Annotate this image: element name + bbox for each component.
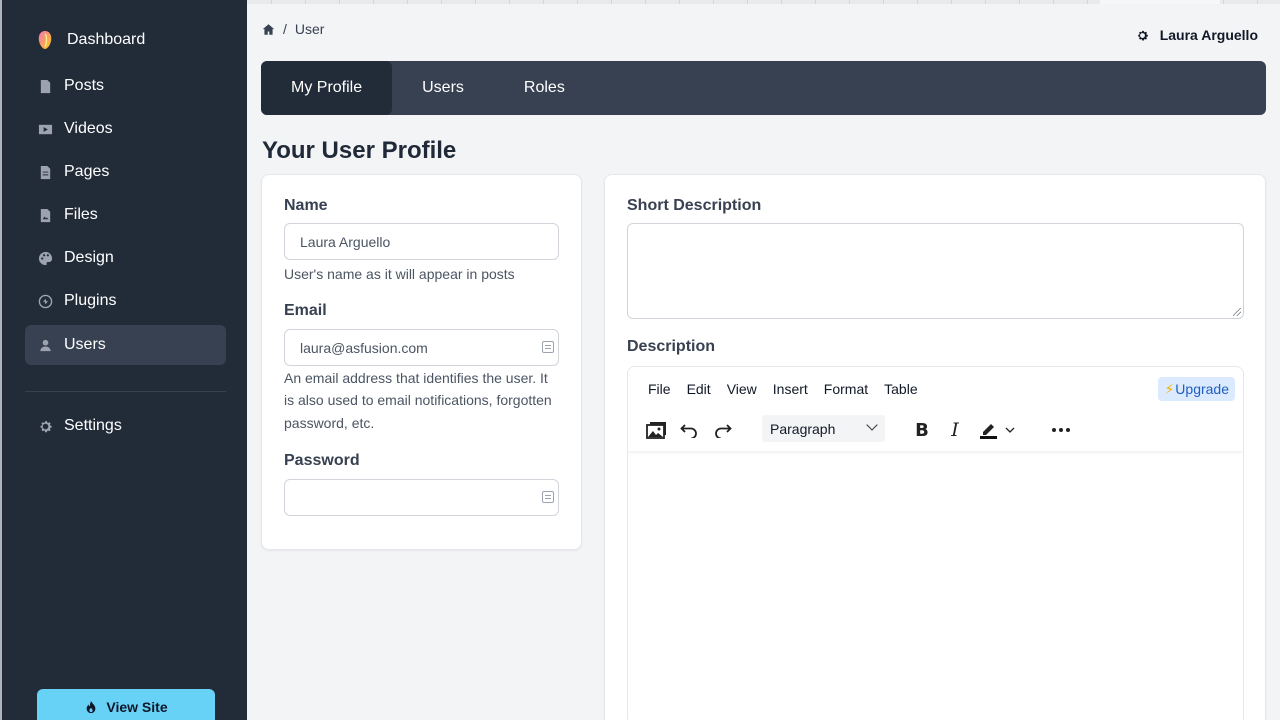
sidebar-item-plugins[interactable]: Plugins <box>25 281 226 321</box>
sidebar-item-label: Users <box>64 336 106 353</box>
chevron-down-icon <box>866 419 878 431</box>
image-gallery-icon <box>646 422 666 439</box>
password-label: Password <box>284 452 360 469</box>
video-icon <box>37 121 53 137</box>
description-label: Description <box>627 338 716 355</box>
upgrade-label: Upgrade <box>1175 381 1229 397</box>
plugin-icon <box>37 293 53 309</box>
email-label: Email <box>284 302 327 319</box>
sidebar-brand[interactable]: Dashboard <box>36 30 145 50</box>
menu-insert[interactable]: Insert <box>773 381 808 397</box>
email-help-line-3: password, etc. <box>284 415 375 431</box>
gear-icon <box>37 418 53 434</box>
email-field[interactable]: laura@asfusion.com <box>284 329 559 366</box>
editor-toolbar: File Edit View Insert Format Table ⚡ Upg… <box>628 367 1243 451</box>
redo-icon <box>715 424 732 438</box>
editor-content-area[interactable] <box>628 451 1243 720</box>
rich-text-editor: File Edit View Insert Format Table ⚡ Upg… <box>627 366 1244 720</box>
sidebar-item-videos[interactable]: Videos <box>25 109 226 149</box>
more-options-button[interactable] <box>1046 417 1076 443</box>
breadcrumb-separator: / <box>283 21 287 37</box>
palette-icon <box>37 250 53 266</box>
sidebar-item-users[interactable]: Users <box>25 325 226 365</box>
image-file-icon <box>37 207 53 223</box>
sidebar-item-settings[interactable]: Settings <box>25 406 226 446</box>
block-format-value: Paragraph <box>770 420 836 437</box>
highlighter-icon <box>980 424 997 439</box>
block-format-select[interactable]: Paragraph <box>762 415 885 442</box>
name-field[interactable]: Laura Arguello <box>284 223 559 260</box>
tab-bar: My Profile Users Roles <box>261 61 1266 115</box>
sidebar-item-label: Videos <box>64 120 113 137</box>
sidebar-item-label: Posts <box>64 77 105 94</box>
short-description-textarea[interactable] <box>627 223 1244 319</box>
file-icon <box>37 78 53 94</box>
sidebar-item-pages[interactable]: Pages <box>25 152 226 192</box>
autofill-key-icon[interactable] <box>542 491 554 503</box>
menu-file[interactable]: File <box>648 381 671 397</box>
sidebar-item-label: Settings <box>64 417 122 434</box>
profile-description-card: Short Description Description File Edit … <box>604 174 1266 720</box>
ellipsis-icon <box>1052 428 1070 432</box>
fire-icon <box>87 700 96 714</box>
home-icon[interactable] <box>262 23 275 36</box>
short-description-label: Short Description <box>627 197 762 214</box>
user-name: Laura Arguello <box>1159 27 1258 43</box>
sidebar-item-label: Files <box>64 206 98 223</box>
brand-label: Dashboard <box>67 31 146 48</box>
menu-view[interactable]: View <box>727 381 757 397</box>
name-value: Laura Arguello <box>300 233 391 250</box>
menu-table[interactable]: Table <box>884 381 917 397</box>
bold-icon: B <box>915 419 929 441</box>
tab-my-profile[interactable]: My Profile <box>261 61 393 115</box>
page-title: Your User Profile <box>262 137 457 164</box>
email-value: laura@asfusion.com <box>300 339 428 356</box>
sidebar-item-label: Plugins <box>64 292 117 309</box>
tab-users[interactable]: Users <box>392 61 494 115</box>
italic-icon: I <box>951 419 959 441</box>
user-menu[interactable]: Laura Arguello <box>1136 27 1258 43</box>
name-label: Name <box>284 197 328 214</box>
user-icon <box>37 337 53 353</box>
autofill-key-icon[interactable] <box>542 341 554 353</box>
sidebar-item-files[interactable]: Files <box>25 195 226 235</box>
tab-roles[interactable]: Roles <box>494 61 595 115</box>
chevron-down-icon <box>1005 427 1015 433</box>
view-site-label: View Site <box>106 699 168 715</box>
email-help-line-2: is also used to email notifications, for… <box>284 392 552 408</box>
sidebar-item-label: Design <box>64 249 114 266</box>
menu-format[interactable]: Format <box>824 381 868 397</box>
lightning-icon: ⚡ <box>1164 380 1175 397</box>
brand-logo-icon <box>38 31 52 49</box>
highlight-color-button[interactable] <box>974 417 1020 443</box>
menu-edit[interactable]: Edit <box>687 381 711 397</box>
sidebar-item-label: Pages <box>64 163 110 180</box>
editor-menubar: File Edit View Insert Format Table <box>648 381 934 397</box>
resize-handle-icon[interactable] <box>1233 308 1241 316</box>
insert-image-button[interactable] <box>644 417 670 443</box>
name-help: User's name as it will appear in posts <box>284 266 515 282</box>
profile-fields-card: Name Laura Arguello User's name as it wi… <box>261 174 582 550</box>
gear-icon <box>1137 30 1148 40</box>
undo-icon <box>680 424 697 438</box>
sidebar-item-design[interactable]: Design <box>25 238 226 278</box>
breadcrumb-current: User <box>294 21 325 37</box>
page-icon <box>37 164 53 180</box>
sidebar-item-posts[interactable]: Posts <box>25 66 226 106</box>
password-field[interactable] <box>284 479 559 516</box>
sidebar: Dashboard Posts Videos Pages Files Desig… <box>0 0 247 720</box>
sidebar-divider <box>25 391 226 392</box>
italic-button[interactable]: I <box>943 417 967 443</box>
view-site-button[interactable]: View Site <box>37 689 215 720</box>
email-help-line-1: An email address that identifies the use… <box>284 370 548 386</box>
upgrade-button[interactable]: ⚡ Upgrade <box>1158 377 1235 401</box>
undo-button[interactable] <box>676 417 702 443</box>
bold-button[interactable]: B <box>910 417 934 443</box>
redo-button[interactable] <box>710 417 736 443</box>
breadcrumb: / User <box>262 21 324 37</box>
